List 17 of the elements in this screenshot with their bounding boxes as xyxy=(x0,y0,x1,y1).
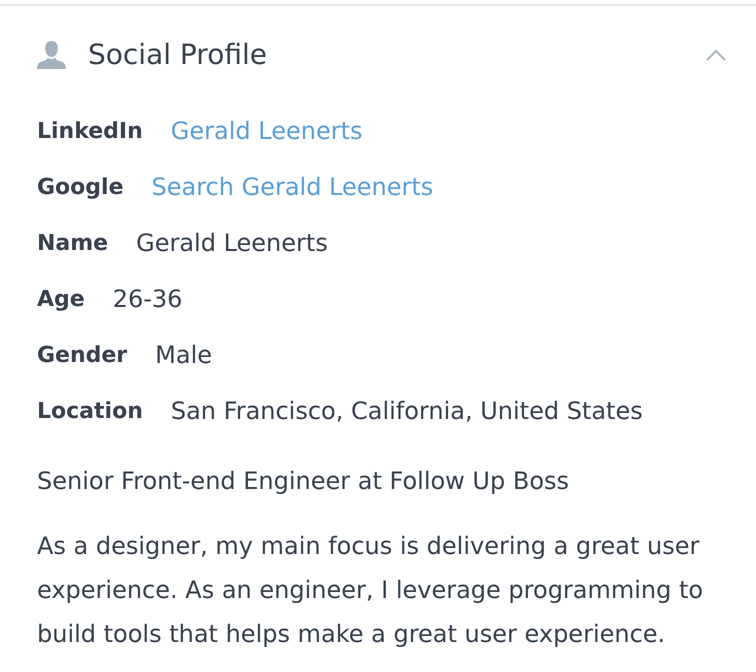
field-label: Location xyxy=(37,398,143,424)
field-value: San Francisco, California, United States xyxy=(170,397,643,425)
chevron-up-icon[interactable] xyxy=(706,48,726,60)
bio-paragraph: As a designer, my main focus is delivering a great user experience. As an engineer, I leverage programming to build tools that helps make a great user experience. xyxy=(37,531,704,650)
profile-link[interactable]: Gerald Leenerts xyxy=(170,117,362,145)
field-value: Male xyxy=(155,341,212,369)
profile-link[interactable]: Search Gerald Leenerts xyxy=(152,173,434,201)
field-label: LinkedIn xyxy=(37,118,143,144)
field-label: Gender xyxy=(37,342,128,368)
field-value: Gerald Leenerts xyxy=(136,229,328,257)
headline-text: Senior Front-end Engineer at Follow Up Boss xyxy=(37,466,570,497)
field-value: 26-36 xyxy=(112,285,182,313)
person-icon xyxy=(37,40,66,68)
field-label: Google xyxy=(37,174,124,200)
section-title: Social Profile xyxy=(88,38,268,71)
field-label: Name xyxy=(37,230,108,256)
field-label: Age xyxy=(37,286,85,312)
